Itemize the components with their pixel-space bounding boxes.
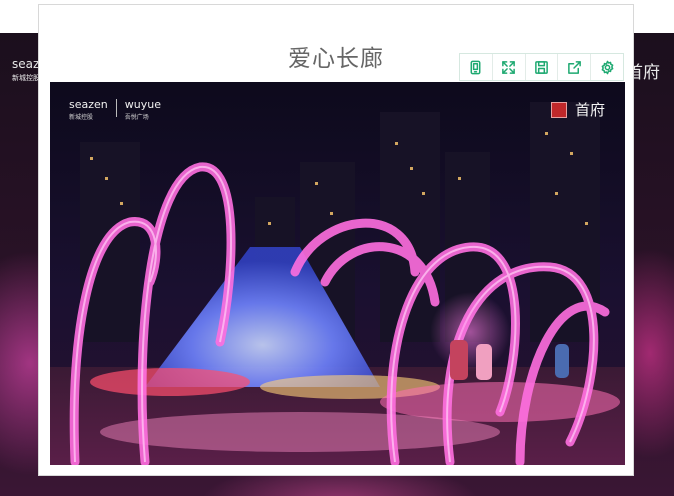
photo-brand-right: 首府	[550, 99, 605, 120]
share-icon	[567, 60, 581, 74]
logo-divider	[115, 99, 117, 117]
wuyue-subtext: 吾悦广场	[124, 114, 149, 121]
settings-button[interactable]	[591, 54, 623, 80]
seazen-logo: seazen 新城控股	[69, 99, 108, 123]
image-lightbox: 爱心长廊 seazen 新城控股 wuyue 吾悦广场 首府	[38, 4, 634, 476]
save-icon	[535, 60, 548, 74]
light-corridor-photo: seazen 新城控股 wuyue 吾悦广场 首府	[50, 82, 625, 465]
wuyue-logo: wuyue 吾悦广场	[125, 99, 161, 123]
fullscreen-button[interactable]	[493, 54, 526, 80]
phone-icon	[470, 60, 481, 74]
wuyue-text: wuyue	[124, 98, 161, 111]
seal-icon	[550, 101, 567, 118]
gear-icon	[601, 60, 613, 74]
fullscreen-icon	[502, 60, 516, 74]
photo-brand-right-text: 首府	[574, 101, 605, 119]
mobile-view-button[interactable]	[460, 54, 493, 80]
lightbox-toolbar	[459, 53, 624, 81]
photo-brand-logos: seazen 新城控股 wuyue 吾悦广场	[69, 99, 161, 123]
seazen-text: seazen	[69, 98, 108, 111]
share-button[interactable]	[558, 54, 592, 80]
save-button[interactable]	[526, 54, 559, 80]
photo-scene	[50, 82, 625, 465]
seazen-subtext: 新城控股	[69, 114, 94, 121]
